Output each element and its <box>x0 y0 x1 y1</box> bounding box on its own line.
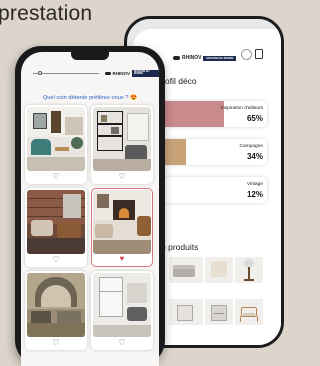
style-option-card[interactable]: ♡ <box>91 271 153 350</box>
living-room-photo <box>27 107 85 171</box>
question-text: Quel coin détente préférez-vous ? <box>42 95 129 101</box>
shopping-bag-icon[interactable] <box>255 49 263 59</box>
quiz-screen: RHINOV MAISONS DU MONDE Quel coin détent… <box>21 52 159 366</box>
progress-indicator <box>37 71 42 75</box>
heart-eyes-emoji-icon: 😍 <box>130 95 138 101</box>
brand-header: RHINOV MAISONS DU MONDE <box>105 70 159 77</box>
style-option-card[interactable]: ♡ <box>25 188 87 267</box>
product-lamp[interactable] <box>235 257 263 283</box>
style-label: Inspiration d'ailleurs <box>220 106 263 111</box>
brand-header: RHINOV MAISONS DU MONDE <box>173 55 237 61</box>
chair-legs <box>240 316 258 322</box>
heart-icon[interactable]: ♡ <box>25 256 87 264</box>
style-option-card-selected[interactable]: ♥ <box>91 188 153 267</box>
white-cabinet-room-photo <box>93 273 151 337</box>
product-sofa[interactable] <box>169 257 203 283</box>
style-percent: 65% <box>246 114 263 123</box>
products-title: p produits <box>161 242 199 252</box>
shelving-room-photo <box>93 107 151 171</box>
quiz-progress <box>33 71 99 75</box>
partner-logo: MAISONS DU MONDE <box>132 70 159 77</box>
rhinov-logo-icon <box>105 71 111 75</box>
product-chair[interactable] <box>235 299 263 325</box>
phone-front: RHINOV MAISONS DU MONDE Quel coin détent… <box>15 46 165 366</box>
rhinov-logo-icon <box>173 56 180 60</box>
brand-name: RHINOV <box>182 55 202 61</box>
brick-wall-room-photo <box>27 190 85 254</box>
heart-icon[interactable]: ♡ <box>91 339 153 347</box>
avatar-icon[interactable] <box>241 49 252 60</box>
profile-title: ofil déco <box>165 76 197 86</box>
partner-logo: MAISONS DU MONDE <box>203 55 237 61</box>
headline: prestation <box>0 2 93 25</box>
style-label: Campagne <box>239 144 263 149</box>
product-cabinet[interactable] <box>205 299 233 325</box>
heart-icon[interactable]: ♡ <box>25 339 87 347</box>
style-option-card[interactable]: ♡ <box>25 105 87 184</box>
heart-icon[interactable]: ♡ <box>25 173 87 181</box>
style-option-card[interactable]: ♡ <box>91 105 153 184</box>
fireplace-room-photo <box>93 190 151 254</box>
brand-name: RHINOV <box>112 70 131 76</box>
table-icon <box>177 305 193 321</box>
heart-filled-icon[interactable]: ♥ <box>92 255 152 263</box>
product-table[interactable] <box>169 299 203 325</box>
pillow-icon <box>211 261 227 277</box>
heart-icon[interactable]: ♡ <box>91 173 153 181</box>
lamp-foot <box>244 279 254 281</box>
quiz-question: Quel coin détente préférez-vous ? 😍 <box>21 95 159 101</box>
style-option-card[interactable]: ♡ <box>25 271 87 350</box>
stone-room-photo <box>27 273 85 337</box>
style-percent: 12% <box>246 190 263 199</box>
product-pillow[interactable] <box>205 257 233 283</box>
phone-notch <box>71 52 109 60</box>
sofa-seat <box>173 269 195 277</box>
style-label: Vintage <box>246 182 263 187</box>
cabinet-icon <box>211 305 227 321</box>
style-percent: 34% <box>246 152 263 161</box>
